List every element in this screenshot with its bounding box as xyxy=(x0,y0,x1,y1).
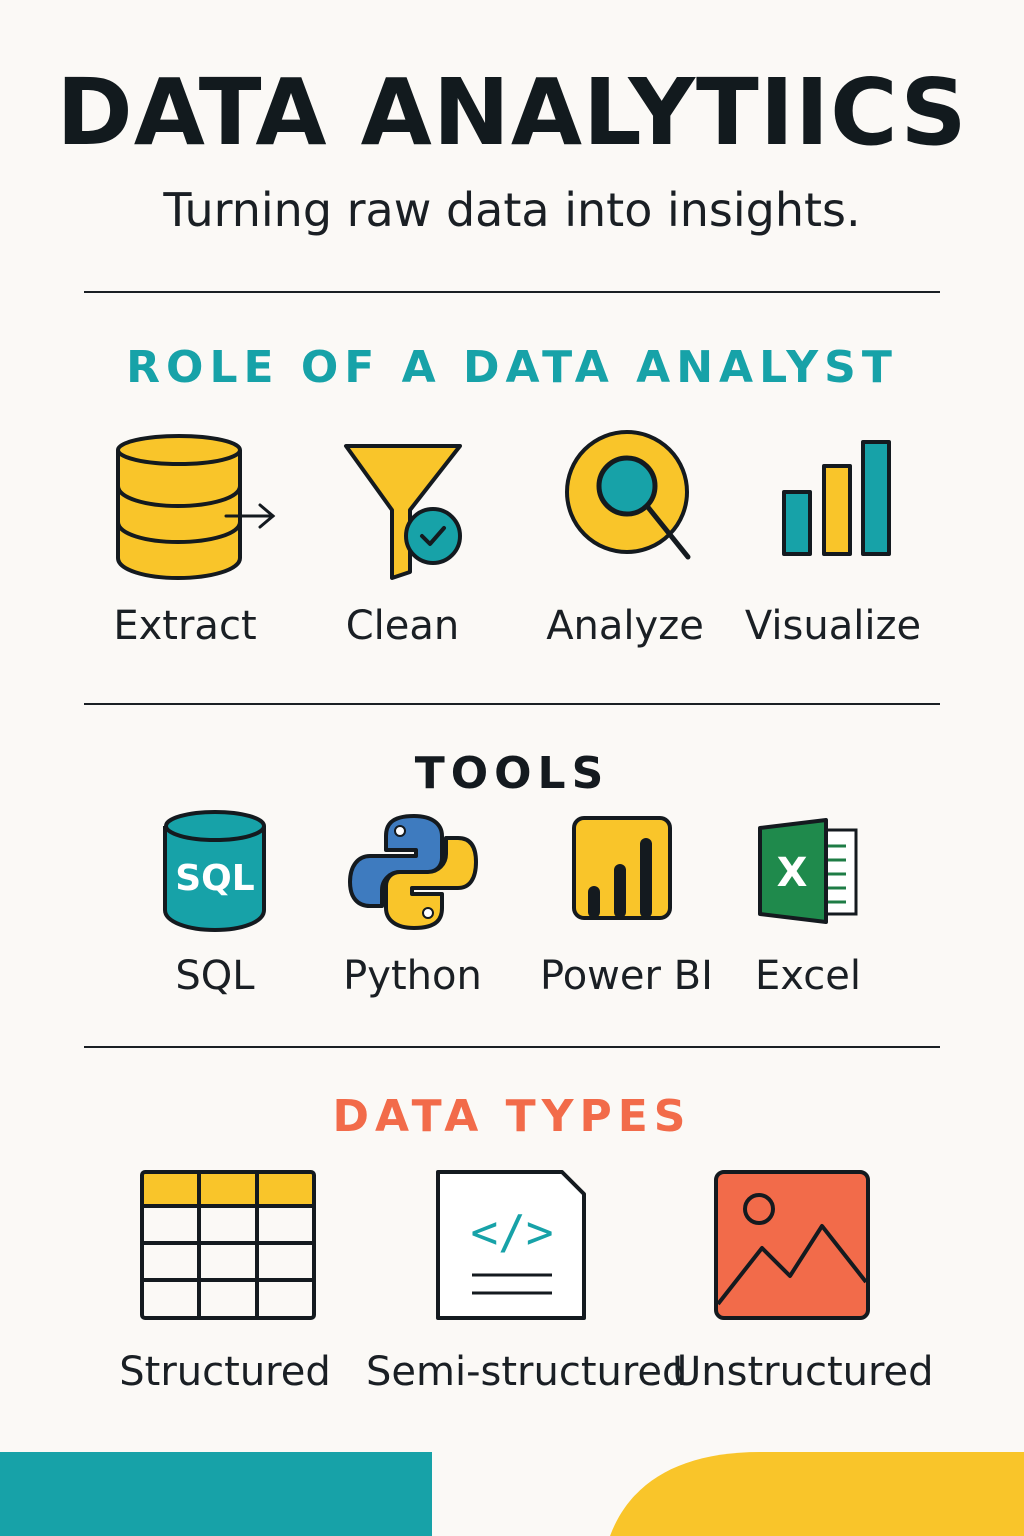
role-label: Extract xyxy=(113,603,257,649)
role-label: Visualize xyxy=(744,603,922,649)
page-title: DATA ANALYTIICS xyxy=(56,59,968,166)
tool-item-sql: SQL SQL xyxy=(140,806,290,1006)
tool-item-excel: X Excel xyxy=(738,806,878,1006)
divider xyxy=(84,1046,940,1048)
image-icon xyxy=(714,1170,870,1320)
type-item-structured: Structured xyxy=(100,1164,350,1400)
tool-label: Python xyxy=(343,953,482,999)
types-section-heading: DATA TYPES xyxy=(332,1091,692,1142)
code-icon-text: </> xyxy=(470,1205,553,1259)
type-item-semi-structured: </> Semi-structured xyxy=(366,1164,688,1400)
tool-label: SQL xyxy=(175,953,255,999)
role-section-heading: ROLE OF A DATA ANALYST xyxy=(126,342,898,393)
sql-database-icon: SQL xyxy=(163,810,266,933)
funnel-check-icon xyxy=(344,444,462,580)
excel-icon: X xyxy=(758,818,858,924)
python-logo-icon xyxy=(348,814,478,930)
excel-icon-text: X xyxy=(777,850,808,896)
magnifier-icon xyxy=(565,430,691,560)
divider xyxy=(84,291,940,293)
divider xyxy=(84,703,940,705)
power-bi-icon xyxy=(572,816,672,920)
role-item-clean: Clean xyxy=(310,428,495,658)
type-label: Structured xyxy=(119,1349,331,1395)
decorative-yellow-shape xyxy=(610,1452,1024,1536)
page-subtitle: Turning raw data into insights. xyxy=(163,183,861,237)
role-item-analyze: Analyze xyxy=(530,428,720,658)
type-label: Semi-structured xyxy=(366,1349,688,1395)
role-label: Clean xyxy=(345,603,460,649)
tool-item-python: Python xyxy=(330,806,495,1006)
table-grid-icon xyxy=(140,1170,316,1320)
role-item-extract: Extract xyxy=(90,428,280,658)
type-label: Unstructured xyxy=(672,1349,934,1395)
sql-icon-text: SQL xyxy=(175,858,254,899)
tools-section-heading: TOOLS xyxy=(414,748,610,799)
code-document-icon: </> xyxy=(436,1170,586,1320)
type-item-unstructured: Unstructured xyxy=(672,1164,934,1400)
bar-chart-icon xyxy=(782,440,891,556)
role-label: Analyze xyxy=(546,603,704,649)
tool-label: Excel xyxy=(755,953,861,999)
tool-item-power-bi: Power BI xyxy=(540,806,713,1006)
database-arrow-icon xyxy=(116,434,276,580)
role-item-visualize: Visualize xyxy=(740,428,926,658)
tool-label: Power BI xyxy=(540,953,713,999)
decorative-teal-block xyxy=(0,1452,432,1536)
